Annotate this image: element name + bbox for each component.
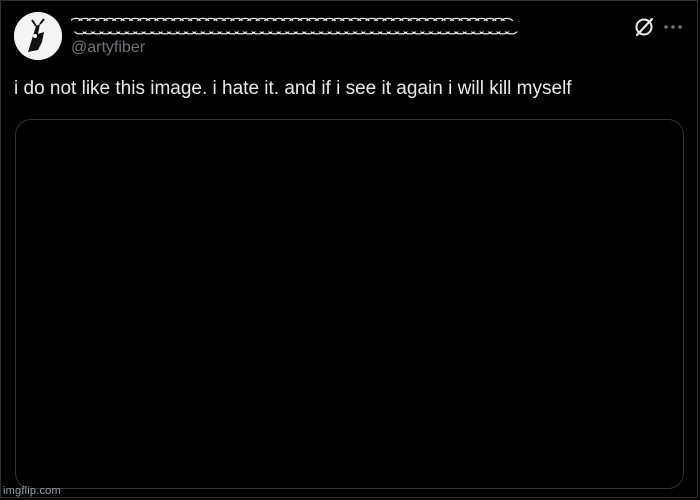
tweet-header: ͡ ͜ ͡ ͜ ͡ ͜ ͡ ͜ ͡ ͜ ͡ ͜ ͡ ͜ ͡ ͜ ͡ ͜ ͡ ͜ … <box>14 11 686 61</box>
imgflip-watermark: imgflip.com <box>3 485 61 497</box>
avatar-drawing-icon <box>14 12 62 60</box>
tweet-media[interactable] <box>15 119 684 489</box>
grok-slash-circle-icon[interactable] <box>633 16 655 38</box>
display-name[interactable]: ͡ ͜ ͡ ͜ ͡ ͜ ͡ ͜ ͡ ͜ ͡ ͜ ͡ ͜ ͡ ͜ ͡ ͜ ͡ ͜ … <box>71 14 631 38</box>
more-horizontal-icon[interactable] <box>661 16 685 38</box>
user-handle[interactable]: @artyfiber <box>71 38 145 58</box>
avatar[interactable] <box>14 12 62 60</box>
tweet-text: i do not like this image. i hate it. and… <box>14 78 572 99</box>
